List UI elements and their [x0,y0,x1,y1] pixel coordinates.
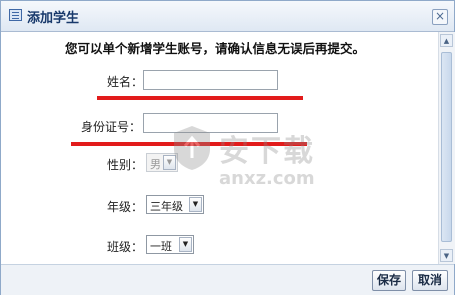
save-button[interactable]: 保存 [372,270,406,291]
id-number-label: 身份证号： [81,120,142,134]
id-number-input[interactable] [143,113,278,133]
chevron-down-icon: ▼ [179,237,192,252]
dialog-footer: 保存 取消 [1,264,454,295]
watermark-domain: anxz.com [219,168,315,189]
chevron-down-icon: ▼ [163,155,176,170]
dialog-title: 添加学生 [27,11,80,26]
class-label: 班级： [107,240,144,254]
red-underline-name [97,96,303,100]
class-select-value: 一班 [150,240,172,253]
gender-label: 性别： [107,158,144,172]
gender-select[interactable]: 男 ▼ [146,153,178,172]
class-select[interactable]: 一班 ▼ [146,235,194,254]
scroll-up-arrow-icon[interactable]: ▲ [440,34,453,47]
scrollbar-thumb[interactable] [441,52,452,242]
chevron-down-icon: ▼ [189,197,202,212]
red-underline-id [71,142,307,146]
scroll-down-arrow-icon[interactable]: ▼ [440,249,453,262]
grade-select[interactable]: 三年级 ▼ [146,195,204,214]
name-input[interactable] [143,70,278,90]
form-list-icon [9,9,22,21]
gender-select-value: 男 [150,158,161,171]
form-notice: 您可以单个新增学生账号，请确认信息无误后再提交。 [65,41,366,56]
close-button[interactable]: × [432,9,448,25]
dialog-titlebar[interactable]: 添加学生 × [1,1,454,32]
vertical-scrollbar[interactable]: ▲ ▼ [438,32,455,264]
grade-select-value: 三年级 [150,200,183,213]
cancel-button[interactable]: 取消 [412,270,448,291]
dialog-content: 您可以单个新增学生账号，请确认信息无误后再提交。 姓名： 身份证号： 性别： 男… [1,32,438,264]
name-label: 姓名： [107,75,144,89]
add-student-dialog: 添加学生 × 您可以单个新增学生账号，请确认信息无误后再提交。 姓名： 身份证号… [0,0,455,295]
grade-label: 年级： [107,200,144,214]
